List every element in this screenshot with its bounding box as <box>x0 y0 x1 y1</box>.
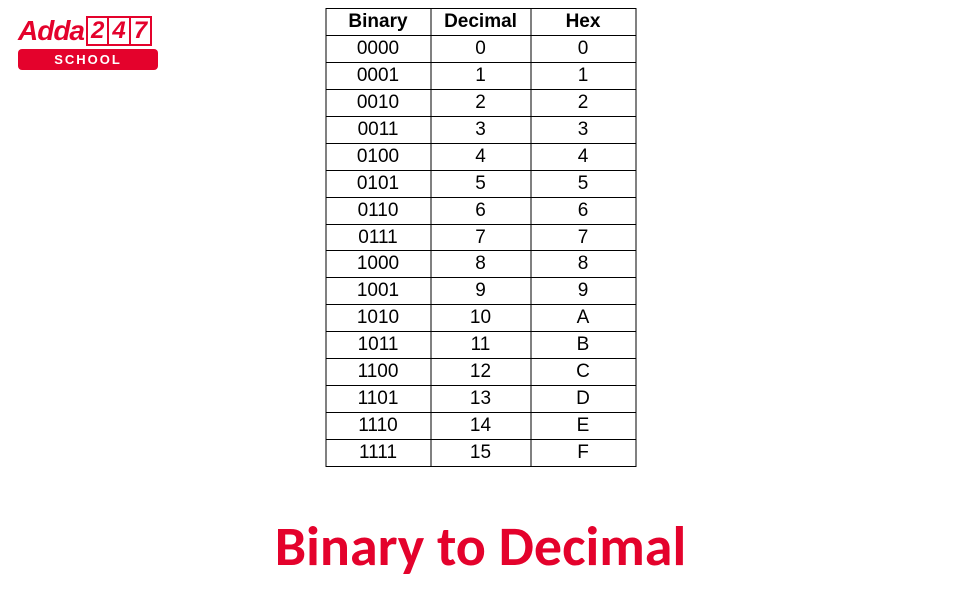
header-decimal: Decimal <box>431 9 531 36</box>
cell-binary: 1110 <box>326 413 431 440</box>
cell-binary: 0010 <box>326 89 431 116</box>
page-title: Binary to Decimal <box>0 513 961 581</box>
cell-binary: 0011 <box>326 116 431 143</box>
cell-decimal: 14 <box>431 413 531 440</box>
table-row: 100088 <box>326 251 636 278</box>
cell-decimal: 3 <box>431 116 531 143</box>
table-row: 100199 <box>326 278 636 305</box>
cell-decimal: 5 <box>431 170 531 197</box>
cell-hex: E <box>531 413 636 440</box>
brand-subtext: SCHOOL <box>18 49 158 70</box>
conversion-table: Binary Decimal Hex 000000000111001022001… <box>325 8 636 467</box>
cell-binary: 1000 <box>326 251 431 278</box>
table-row: 000111 <box>326 62 636 89</box>
table-row: 110113D <box>326 386 636 413</box>
table-row: 001133 <box>326 116 636 143</box>
cell-binary: 1111 <box>326 440 431 467</box>
cell-binary: 0001 <box>326 62 431 89</box>
cell-decimal: 10 <box>431 305 531 332</box>
cell-hex: 0 <box>531 35 636 62</box>
cell-hex: 6 <box>531 197 636 224</box>
cell-decimal: 8 <box>431 251 531 278</box>
cell-binary: 1011 <box>326 332 431 359</box>
table-row: 011177 <box>326 224 636 251</box>
cell-decimal: 7 <box>431 224 531 251</box>
cell-hex: 2 <box>531 89 636 116</box>
table-row: 010155 <box>326 170 636 197</box>
cell-hex: D <box>531 386 636 413</box>
brand-247: 2 4 7 <box>86 16 152 46</box>
cell-hex: 7 <box>531 224 636 251</box>
header-hex: Hex <box>531 9 636 36</box>
cell-binary: 0110 <box>326 197 431 224</box>
table-row: 101010A <box>326 305 636 332</box>
cell-binary: 1100 <box>326 359 431 386</box>
brand-digit-4: 4 <box>109 16 130 46</box>
cell-hex: B <box>531 332 636 359</box>
cell-binary: 0000 <box>326 35 431 62</box>
cell-hex: F <box>531 440 636 467</box>
cell-binary: 0100 <box>326 143 431 170</box>
cell-hex: 1 <box>531 62 636 89</box>
cell-decimal: 0 <box>431 35 531 62</box>
brand-name: Adda <box>18 15 84 47</box>
cell-decimal: 1 <box>431 62 531 89</box>
cell-decimal: 6 <box>431 197 531 224</box>
cell-decimal: 15 <box>431 440 531 467</box>
cell-hex: C <box>531 359 636 386</box>
cell-binary: 0111 <box>326 224 431 251</box>
table-row: 111115F <box>326 440 636 467</box>
cell-binary: 0101 <box>326 170 431 197</box>
brand-logo: Adda 2 4 7 SCHOOL <box>18 15 158 70</box>
table-row: 000000 <box>326 35 636 62</box>
cell-decimal: 4 <box>431 143 531 170</box>
cell-decimal: 11 <box>431 332 531 359</box>
header-binary: Binary <box>326 9 431 36</box>
cell-binary: 1101 <box>326 386 431 413</box>
cell-hex: 5 <box>531 170 636 197</box>
table-row: 111014E <box>326 413 636 440</box>
cell-binary: 1001 <box>326 278 431 305</box>
brand-digit-7: 7 <box>131 16 152 46</box>
cell-hex: 4 <box>531 143 636 170</box>
cell-decimal: 2 <box>431 89 531 116</box>
brand-digit-2: 2 <box>86 16 109 46</box>
table-row: 001022 <box>326 89 636 116</box>
cell-hex: 9 <box>531 278 636 305</box>
cell-hex: 8 <box>531 251 636 278</box>
brand-logo-top: Adda 2 4 7 <box>18 15 158 47</box>
cell-binary: 1010 <box>326 305 431 332</box>
cell-hex: A <box>531 305 636 332</box>
cell-hex: 3 <box>531 116 636 143</box>
table-row: 010044 <box>326 143 636 170</box>
table-row: 011066 <box>326 197 636 224</box>
cell-decimal: 12 <box>431 359 531 386</box>
cell-decimal: 13 <box>431 386 531 413</box>
cell-decimal: 9 <box>431 278 531 305</box>
conversion-table-wrap: Binary Decimal Hex 000000000111001022001… <box>325 8 636 467</box>
table-header-row: Binary Decimal Hex <box>326 9 636 36</box>
table-row: 110012C <box>326 359 636 386</box>
table-row: 101111B <box>326 332 636 359</box>
